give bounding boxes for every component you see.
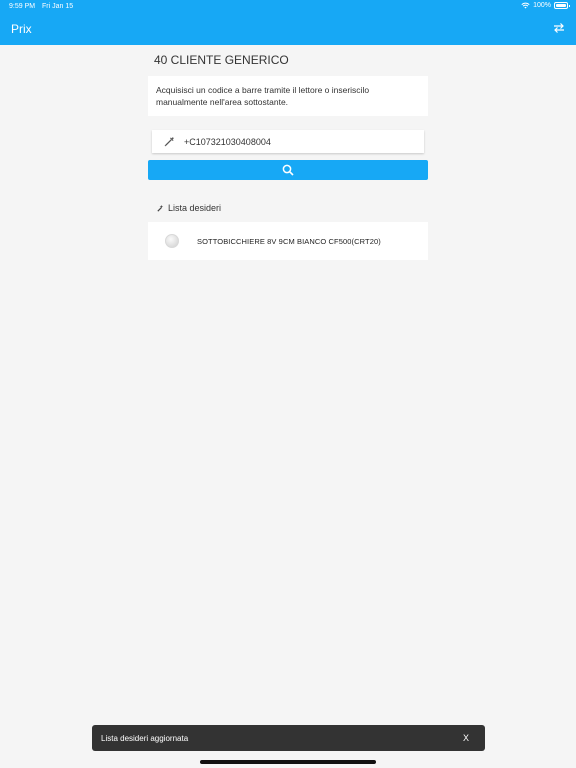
app-title: Prix [11,22,32,36]
toast-message: Lista desideri aggiornata [101,733,189,743]
info-card: Acquisisci un codice a barre tramite il … [148,76,428,116]
list-item[interactable]: SOTTOBICCHIERE 8V 9CM BIANCO CF500(CRT20… [148,222,428,260]
customer-title: 40 CLIENTE GENERICO [154,53,289,67]
magic-wand-icon [157,204,164,212]
status-bar: 9:59 PM Fri Jan 15 100% [0,0,576,14]
app-header: 9:59 PM Fri Jan 15 100% Prix [0,0,576,45]
status-indicators: 100% [521,2,570,9]
wishlist-title-text: Lista desideri [168,203,222,213]
battery-percent: 100% [533,2,551,9]
home-indicator [200,760,376,764]
wishlist-title: Lista desideri [156,203,221,213]
swap-button[interactable] [551,20,567,36]
code-input[interactable] [184,136,404,147]
status-time: 9:59 PM [9,3,36,10]
battery-icon [554,2,570,9]
code-input-box [152,130,424,153]
product-name: SOTTOBICCHIERE 8V 9CM BIANCO CF500(CRT20… [197,236,381,246]
toast-close-button[interactable]: X [463,733,469,743]
info-text: Acquisisci un codice a barre tramite il … [156,85,370,107]
status-date: Fri Jan 15 [42,3,74,10]
barcode-scan-icon[interactable] [160,136,178,147]
product-thumbnail [165,234,179,248]
wifi-icon [521,2,530,9]
swap-arrows-icon [554,23,564,33]
search-icon [282,164,294,176]
toast-notification: Lista desideri aggiornata X [92,725,485,751]
search-button[interactable] [148,160,428,180]
